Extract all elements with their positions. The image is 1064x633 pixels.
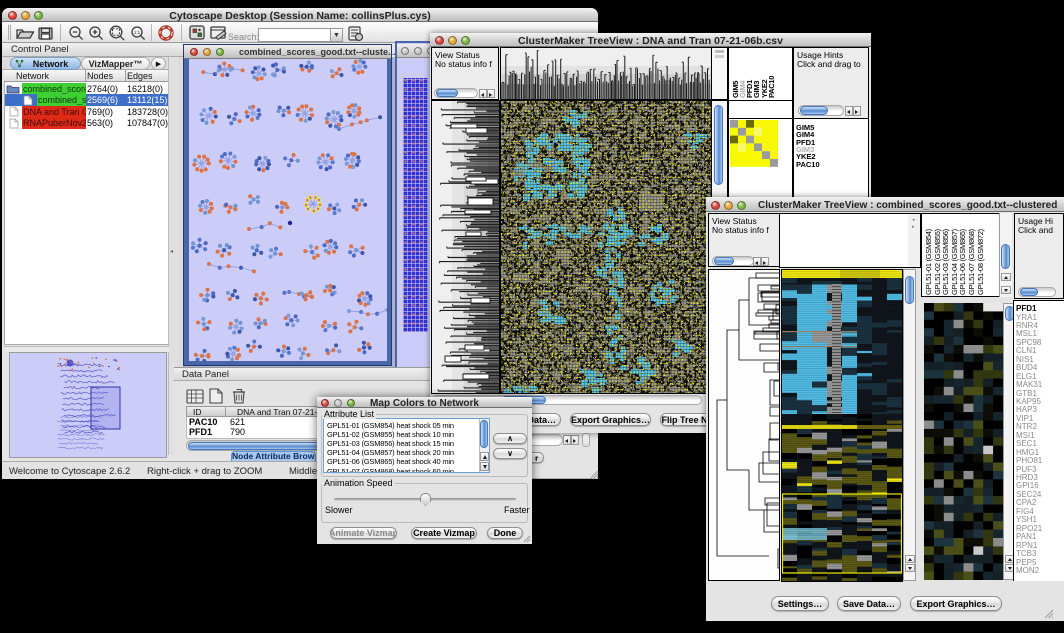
svg-text:1:1: 1:1	[134, 30, 141, 35]
